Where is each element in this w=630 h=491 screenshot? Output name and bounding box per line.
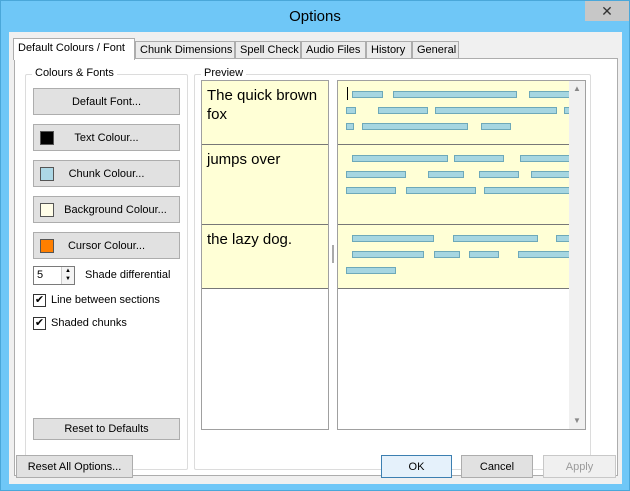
apply-button[interactable]: Apply: [543, 455, 616, 478]
button-label: Apply: [565, 460, 594, 473]
shade-differential-spinner[interactable]: 5 ▲ ▼: [33, 266, 75, 285]
spinner-arrows[interactable]: ▲ ▼: [61, 267, 74, 284]
chunk-section: [338, 81, 572, 145]
button-label: Default Font...: [71, 95, 142, 108]
chunk-bar: [346, 267, 396, 274]
chunk-bar: [346, 171, 406, 178]
chunk-bar: [518, 251, 572, 258]
default-font-button[interactable]: Default Font...: [33, 88, 180, 115]
window-title: Options: [289, 8, 341, 25]
chunk-section: [338, 225, 572, 289]
tab-label: Audio Files: [306, 44, 361, 56]
pane-splitter-handle[interactable]: [332, 245, 334, 263]
scroll-up-icon[interactable]: ▲: [569, 81, 585, 97]
chunk-bar: [454, 155, 504, 162]
reset-to-defaults-button[interactable]: Reset to Defaults: [33, 418, 180, 440]
preview-section-text: jumps over: [207, 151, 281, 168]
button-label: Text Colour...: [74, 131, 139, 144]
chunk-bar: [529, 91, 571, 98]
button-label: Chunk Colour...: [68, 167, 145, 180]
cancel-button[interactable]: Cancel: [461, 455, 533, 478]
tab-history[interactable]: History: [366, 41, 412, 59]
preview-vertical-scrollbar[interactable]: ▲ ▼: [569, 81, 585, 429]
chunk-bar: [406, 187, 476, 194]
chunk-bar: [346, 107, 356, 114]
preview-section-text: The quick brown fox: [207, 87, 318, 123]
line-between-sections-checkbox[interactable]: ✔: [33, 294, 46, 307]
text-colour-button[interactable]: Text Colour...: [33, 124, 180, 151]
checkmark-icon: ✔: [34, 294, 45, 306]
button-label: Reset All Options...: [27, 460, 122, 473]
preview-section-text: the lazy dog.: [207, 231, 293, 248]
chunk-bar: [378, 107, 428, 114]
tab-label: Chunk Dimensions: [140, 44, 233, 56]
button-label: Cursor Colour...: [67, 239, 146, 252]
tab-label: Spell Check: [240, 44, 299, 56]
options-dialog: Options ✕ Default Colours / Font Chunk D…: [0, 0, 630, 491]
close-icon: ✕: [601, 3, 613, 19]
chunk-section: [338, 145, 572, 225]
tab-chunk-dimensions[interactable]: Chunk Dimensions: [135, 41, 235, 59]
tab-page-default-colours: Colours & Fonts Default Font... Text Col…: [14, 58, 618, 476]
chunk-bar: [346, 187, 396, 194]
spinner-down-icon[interactable]: ▼: [62, 275, 74, 283]
chunk-bar: [352, 251, 424, 258]
preview-group: Preview The quick brown fox jumps over t…: [194, 67, 591, 470]
preview-section: The quick brown fox: [202, 81, 328, 145]
preview-section: the lazy dog.: [202, 225, 328, 289]
spinner-up-icon[interactable]: ▲: [62, 267, 74, 275]
preview-text-pane[interactable]: The quick brown fox jumps over the lazy …: [201, 80, 329, 430]
chunk-bar: [520, 155, 572, 162]
chunk-bar: [481, 123, 511, 130]
title-bar[interactable]: Options ✕: [1, 1, 629, 32]
chunk-bar: [479, 171, 519, 178]
cursor-colour-button[interactable]: Cursor Colour...: [33, 232, 180, 259]
reset-all-options-button[interactable]: Reset All Options...: [16, 455, 133, 478]
group-label: Colours & Fonts: [32, 67, 117, 79]
tab-label: History: [371, 44, 406, 56]
shaded-chunks-checkbox[interactable]: ✔: [33, 317, 46, 330]
chunk-bar: [352, 235, 434, 242]
chunk-bar: [469, 251, 499, 258]
chunk-bar: [453, 235, 538, 242]
chunk-bar: [428, 171, 464, 178]
tab-label: General: [417, 44, 457, 56]
chunk-bar: [352, 155, 448, 162]
chunk-bar: [362, 123, 468, 130]
dialog-client: Default Colours / Font Chunk Dimensions …: [9, 32, 622, 484]
tab-label: Default Colours / Font: [18, 42, 125, 54]
chunk-bar: [484, 187, 572, 194]
text-cursor: [347, 87, 348, 100]
preview-chunk-pane[interactable]: ▲ ▼: [337, 80, 586, 430]
tab-spell-check[interactable]: Spell Check: [235, 41, 301, 59]
chunk-bar: [531, 171, 572, 178]
button-label: Reset to Defaults: [64, 423, 149, 435]
group-label: Preview: [201, 67, 247, 79]
button-label: Background Colour...: [64, 203, 167, 216]
colours-fonts-group: Colours & Fonts Default Font... Text Col…: [25, 67, 188, 470]
tab-default-colours-font[interactable]: Default Colours / Font: [13, 38, 135, 60]
chunk-bar: [435, 107, 557, 114]
spinner-value: 5: [37, 269, 44, 281]
chunk-bar: [393, 91, 517, 98]
ok-button[interactable]: OK: [381, 455, 452, 478]
close-button[interactable]: ✕: [585, 1, 629, 21]
chunk-bar: [346, 123, 354, 130]
checkmark-icon: ✔: [34, 317, 45, 329]
tab-general[interactable]: General: [412, 41, 459, 59]
chunk-colour-button[interactable]: Chunk Colour...: [33, 160, 180, 187]
chunk-bar: [352, 91, 383, 98]
preview-section: jumps over: [202, 145, 328, 225]
shaded-chunks-label: Shaded chunks: [51, 317, 127, 329]
button-label: Cancel: [479, 460, 515, 473]
tab-audio-files[interactable]: Audio Files: [301, 41, 366, 59]
scroll-down-icon[interactable]: ▼: [569, 413, 585, 429]
shade-differential-label: Shade differential: [85, 269, 171, 281]
line-between-sections-label: Line between sections: [51, 294, 160, 306]
background-colour-button[interactable]: Background Colour...: [33, 196, 180, 223]
chunk-bar: [434, 251, 460, 258]
button-label: OK: [408, 460, 425, 473]
